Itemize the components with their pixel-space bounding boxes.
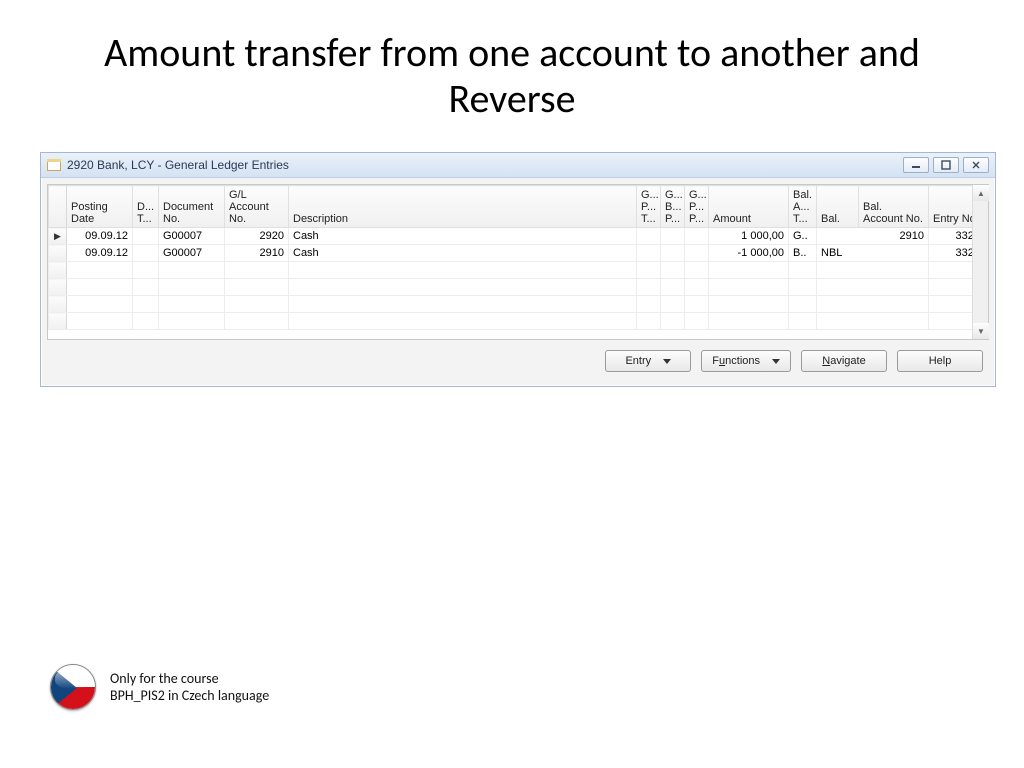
cell-gl-account: 2920 <box>225 228 289 245</box>
footer-line2: BPH_PIS2 in Czech language <box>110 687 269 705</box>
czech-flag-icon <box>50 664 96 710</box>
caret-down-icon <box>663 359 671 364</box>
caret-down-icon <box>772 359 780 364</box>
col-bal-account-no[interactable]: Bal. Account No. <box>859 186 929 228</box>
ledger-window: 2920 Bank, LCY - General Ledger Entries <box>40 152 996 387</box>
maximize-button[interactable] <box>933 157 959 173</box>
cell-bal-account: NBL <box>817 245 929 262</box>
col-description[interactable]: Description <box>289 186 637 228</box>
col-doc-type[interactable]: D... T... <box>133 186 159 228</box>
cell-posting-date: 09.09.12 <box>67 245 133 262</box>
navigate-button[interactable]: Navigate <box>801 350 887 372</box>
row-selector-header <box>49 186 67 228</box>
slide-title: Amount transfer from one account to anot… <box>40 30 984 122</box>
cell-doc-type <box>133 245 159 262</box>
slide-footer: Only for the course BPH_PIS2 in Czech la… <box>50 664 269 710</box>
cell-bal-account: 2910 <box>817 228 929 245</box>
row-indicator <box>49 245 67 262</box>
col-doc-no[interactable]: Document No. <box>159 186 225 228</box>
col-gl-account[interactable]: G/L Account No. <box>225 186 289 228</box>
window-title: 2920 Bank, LCY - General Ledger Entries <box>67 158 289 172</box>
col-posting-date[interactable]: Posting Date <box>67 186 133 228</box>
cell-description: Cash <box>289 245 637 262</box>
cell-gl-account: 2910 <box>225 245 289 262</box>
col-gpp[interactable]: G... P... P... <box>685 186 709 228</box>
cell-amount: 1 000,00 <box>709 228 789 245</box>
cell-doc-no: G00007 <box>159 228 225 245</box>
cell-amount: -1 000,00 <box>709 245 789 262</box>
col-bal-at[interactable]: Bal. A... T... <box>789 186 817 228</box>
close-button[interactable] <box>963 157 989 173</box>
table-row-empty[interactable] <box>49 313 985 330</box>
cell-description: Cash <box>289 228 637 245</box>
ledger-grid[interactable]: Posting Date D... T... Document No. G/L … <box>47 184 989 340</box>
scroll-up-icon[interactable]: ▲ <box>973 185 989 201</box>
cell-doc-no: G00007 <box>159 245 225 262</box>
functions-button[interactable]: Functions <box>701 350 791 372</box>
grid-header-row: Posting Date D... T... Document No. G/L … <box>49 186 985 228</box>
cell-gbp <box>661 245 685 262</box>
table-row[interactable]: 09.09.12 G00007 2910 Cash -1 000,00 B.. … <box>49 245 985 262</box>
cell-bal-at: B.. <box>789 245 817 262</box>
row-indicator-icon: ▶ <box>49 228 67 245</box>
col-bal-account[interactable]: Bal. <box>817 186 859 228</box>
cell-gbp <box>661 228 685 245</box>
table-row[interactable]: ▶ 09.09.12 G00007 2920 Cash 1 000,00 G..… <box>49 228 985 245</box>
table-row-empty[interactable] <box>49 296 985 313</box>
entry-button[interactable]: Entry <box>605 350 691 372</box>
table-row-empty[interactable] <box>49 262 985 279</box>
help-button[interactable]: Help <box>897 350 983 372</box>
window-icon <box>47 159 61 171</box>
cell-gpt <box>637 228 661 245</box>
vertical-scrollbar[interactable]: ▲ ▼ <box>972 185 988 339</box>
cell-gpt <box>637 245 661 262</box>
cell-gpp <box>685 245 709 262</box>
minimize-button[interactable] <box>903 157 929 173</box>
cell-posting-date: 09.09.12 <box>67 228 133 245</box>
cell-bal-at: G.. <box>789 228 817 245</box>
scroll-down-icon[interactable]: ▼ <box>973 323 989 339</box>
col-amount[interactable]: Amount <box>709 186 789 228</box>
footer-line1: Only for the course <box>110 670 269 688</box>
cell-gpp <box>685 228 709 245</box>
cell-doc-type <box>133 228 159 245</box>
col-gpt[interactable]: G... P... T... <box>637 186 661 228</box>
col-gbp[interactable]: G... B... P... <box>661 186 685 228</box>
table-row-empty[interactable] <box>49 279 985 296</box>
window-titlebar: 2920 Bank, LCY - General Ledger Entries <box>41 153 995 178</box>
